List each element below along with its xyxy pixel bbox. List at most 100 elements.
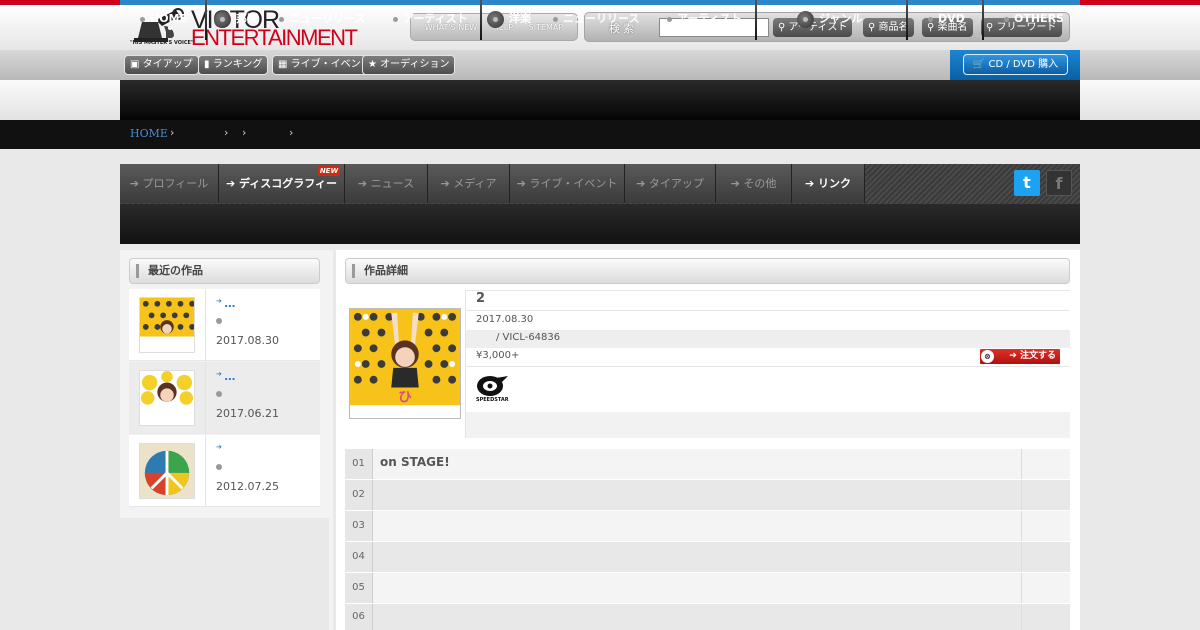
album-thumb [139, 297, 195, 353]
nav-separator [480, 0, 482, 40]
list-item[interactable]: … 2017.06.21 [129, 362, 320, 434]
breadcrumb-home[interactable]: HOME [130, 127, 168, 140]
cd-dvd-buy-button[interactable]: 🛒 CD / DVD 購入 [963, 54, 1068, 75]
nav-separator [205, 0, 207, 40]
recent-item-date: 2012.07.25 [216, 480, 279, 493]
table-row[interactable]: 01 on STAGE! [345, 449, 1070, 479]
disc-icon [797, 10, 814, 28]
price: ¥3,000+ [476, 350, 520, 361]
logo-subtitle: "HIS MASTER'S VOICE" [130, 40, 194, 46]
catalog-number: / VICL-64836 [496, 332, 561, 343]
order-button[interactable]: ⊗ ➔ 注文する [980, 349, 1060, 364]
album-thumb [139, 370, 195, 426]
release-date: 2017.08.30 [476, 314, 534, 325]
track-extra-cell [1021, 573, 1070, 603]
album-cover[interactable]: ひ [349, 308, 461, 419]
bullet-icon [140, 16, 145, 22]
album-thumb [139, 443, 195, 499]
row-divider [205, 289, 206, 361]
track-number: 05 [345, 573, 373, 603]
bullet-icon [928, 16, 933, 22]
tab-news[interactable]: ➔ ニュース [345, 164, 428, 203]
tab-live-event[interactable]: ➔ ライブ・イベント [510, 164, 625, 203]
recent-item-title[interactable]: … [216, 297, 235, 310]
nav-japanese-music[interactable]: 邦楽 [214, 0, 258, 40]
live-event-button[interactable]: ▦ ライブ・イベント [272, 55, 377, 75]
track-cell [374, 542, 1020, 572]
tab-link[interactable]: ➔ リンク [792, 164, 865, 203]
track-number: 02 [345, 480, 373, 510]
nav-genre[interactable]: ジャンル [797, 0, 862, 40]
cart-icon: ⊗ [981, 350, 994, 363]
column-gutter [329, 250, 333, 630]
tab-other[interactable]: ➔ その他 [716, 164, 792, 203]
tieup-icon: ▣ [130, 59, 140, 70]
audition-button[interactable]: ★ オーディション [362, 55, 456, 75]
table-row[interactable]: 06 [345, 604, 1070, 630]
work-title: 2 [476, 291, 486, 306]
nav-dvd[interactable]: DVD [928, 0, 965, 40]
recent-item-title[interactable] [216, 443, 222, 456]
track-number: 04 [345, 542, 373, 572]
magnifier-icon: ⚲ [778, 22, 786, 33]
table-row[interactable]: 02 [345, 480, 1070, 510]
table-row[interactable]: 04 [345, 542, 1070, 572]
track-number: 03 [345, 511, 373, 541]
facebook-icon[interactable]: f [1046, 170, 1072, 196]
detail-divider [466, 310, 1070, 311]
ranking-button[interactable]: ▮ ランキング [198, 55, 269, 75]
recent-item-date: 2017.06.21 [216, 407, 279, 420]
recent-works-heading: 最近の作品 [129, 258, 320, 284]
tab-profile[interactable]: ➔ プロフィール [120, 164, 219, 203]
work-detail-heading: 作品詳細 [345, 258, 1070, 284]
nav-others[interactable]: OTHERS [1004, 0, 1064, 40]
table-row[interactable]: 03 [345, 511, 1070, 541]
calendar-icon: ▦ [278, 59, 288, 70]
nav-west-artist[interactable]: アーティスト [667, 0, 742, 40]
magnifier-icon: ⚲ [986, 22, 994, 33]
magnifier-icon: ⚲ [868, 22, 876, 33]
table-row[interactable]: 05 [345, 573, 1070, 603]
nav-home[interactable]: HOME [140, 0, 187, 40]
twitter-icon[interactable]: t [1014, 170, 1040, 196]
tieup-button[interactable]: ▣ タイアップ [124, 55, 199, 75]
new-badge: NEW [318, 166, 340, 176]
detail-vertical-divider [465, 290, 466, 438]
recent-item-title[interactable]: … [216, 370, 235, 383]
label-logo-text: SPEEDSTAR [476, 397, 509, 403]
svg-text:ひ: ひ [398, 389, 412, 405]
track-cell [374, 480, 1020, 510]
detail-row-bg [466, 412, 1070, 438]
row-divider [205, 435, 206, 507]
bullet-icon [1004, 16, 1009, 22]
tab-tieup[interactable]: ➔ タイアップ [625, 164, 716, 203]
bullet-icon [216, 318, 222, 324]
list-item[interactable]: … 2017.08.30 [129, 289, 320, 361]
track-number: 06 [345, 604, 373, 630]
bullet-icon [279, 16, 284, 22]
nav-western-music[interactable]: 洋楽 [487, 0, 531, 40]
track-extra-cell [1021, 480, 1070, 510]
track-extra-cell [1021, 449, 1070, 479]
nav-west-new-release[interactable]: ニューリリース [553, 0, 639, 40]
track-extra-cell [1021, 542, 1070, 572]
bar-chart-icon: ▮ [204, 59, 210, 70]
disc-icon [214, 10, 231, 28]
nav-jp-new-release[interactable]: ニューリリース [279, 0, 365, 40]
nav-separator [906, 0, 908, 40]
nav-separator [982, 0, 984, 40]
artist-subbar [120, 204, 1080, 244]
bullet-icon [393, 16, 398, 22]
bullet-icon [216, 391, 222, 397]
track-cell: on STAGE! [374, 449, 1020, 479]
list-item[interactable]: 2012.07.25 [129, 435, 320, 507]
track-cell [374, 604, 1020, 630]
tab-media[interactable]: ➔ メディア [428, 164, 510, 203]
track-extra-cell [1021, 511, 1070, 541]
nav-jp-artist[interactable]: アーティスト [393, 0, 468, 40]
bullet-icon [553, 16, 558, 22]
nav-separator [755, 0, 757, 40]
track-number: 01 [345, 449, 373, 479]
row-divider [205, 362, 206, 434]
track-title: on STAGE! [380, 455, 450, 469]
